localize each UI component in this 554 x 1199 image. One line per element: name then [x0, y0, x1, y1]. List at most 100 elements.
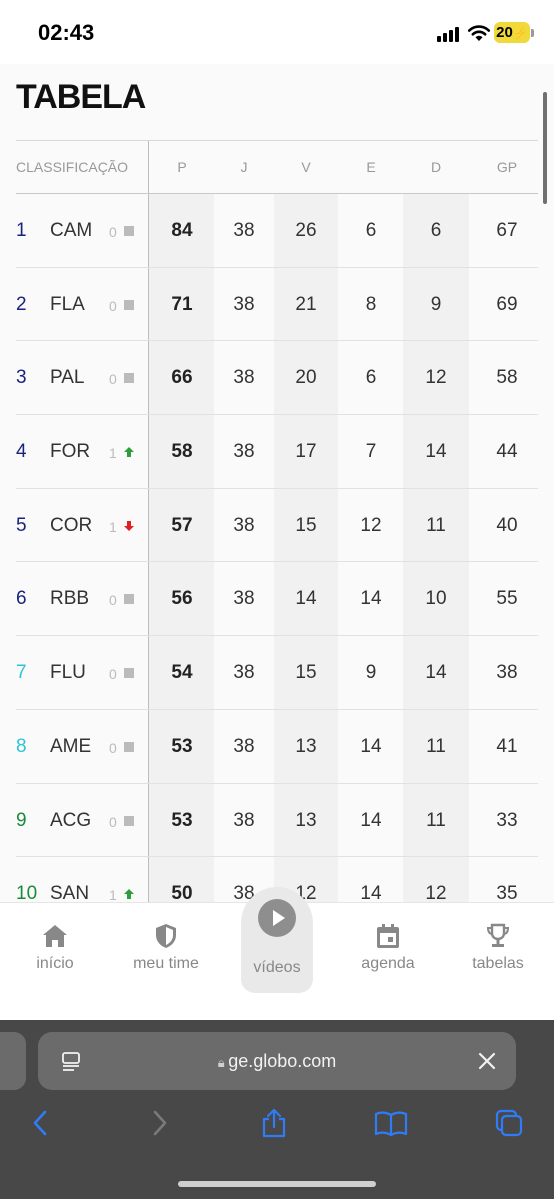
home-icon	[43, 925, 67, 947]
column-header-d[interactable]: D	[406, 159, 466, 175]
stat-p: 50	[171, 883, 193, 902]
stat-p: 66	[171, 367, 193, 389]
stat-v: 15	[295, 514, 317, 536]
status-bar: 02:43 20⚡	[0, 0, 554, 64]
column-header-j[interactable]: J	[214, 159, 274, 175]
row-variation: 0	[109, 739, 117, 756]
row-team[interactable]: FLU	[50, 662, 86, 684]
nav-label-videos: vídeos	[253, 959, 301, 976]
row-position: 10	[16, 883, 38, 902]
stat-j: 38	[233, 588, 255, 610]
no-change-icon	[124, 226, 134, 236]
nav-label-agenda: agenda	[361, 955, 415, 972]
column-header-p[interactable]: P	[152, 159, 212, 175]
stat-p: 58	[171, 441, 193, 463]
standings-page[interactable]: TABELA CLASSIFICAÇÃO P J V E D GP 1 CAM 0 8…	[0, 64, 554, 902]
scrollbar[interactable]	[543, 92, 547, 204]
lock-icon: 🔒︎	[217, 1055, 229, 1070]
stat-p: 71	[171, 293, 193, 315]
table-row[interactable]: 5 COR 1 57 38 15 12 11 40	[16, 489, 538, 563]
table-row[interactable]: 1 CAM 0 84 38 26 6 6 67	[16, 194, 538, 268]
column-header-v[interactable]: V	[276, 159, 336, 175]
row-team[interactable]: FOR	[50, 441, 90, 463]
table-row[interactable]: 2 FLA 0 71 38 21 8 9 69	[16, 268, 538, 342]
stat-p: 53	[171, 809, 193, 831]
stat-j: 38	[233, 220, 255, 241]
row-position: 2	[16, 293, 27, 315]
no-change-icon	[124, 741, 134, 752]
stat-j: 38	[233, 367, 255, 389]
nav-item-videos[interactable]: vídeos	[241, 887, 313, 993]
row-variation: 0	[109, 297, 117, 314]
stat-p: 57	[171, 514, 193, 536]
nav-item-tabelas[interactable]: tabelas	[443, 921, 553, 973]
cellular-signal-icon	[437, 26, 461, 42]
row-variation: 1	[109, 887, 117, 902]
bookmarks-icon[interactable]	[374, 1108, 408, 1138]
row-team[interactable]: FLA	[50, 294, 85, 316]
nav-item-inicio[interactable]: início	[0, 921, 110, 973]
nav-label-inicio: início	[36, 955, 74, 972]
stat-p: 54	[171, 662, 193, 684]
forward-icon[interactable]	[144, 1108, 174, 1138]
no-change-icon	[124, 373, 134, 384]
row-team[interactable]: RBB	[50, 588, 89, 610]
row-position: 1	[16, 220, 27, 241]
stat-j: 38	[233, 809, 255, 831]
row-team[interactable]: AME	[50, 736, 91, 758]
column-header-e[interactable]: E	[341, 159, 401, 175]
stat-d: 14	[425, 662, 447, 684]
row-variation: 0	[109, 666, 117, 683]
stat-e: 14	[360, 588, 382, 610]
stat-gp: 40	[496, 514, 518, 536]
stat-e: 14	[360, 809, 382, 831]
stat-j: 38	[233, 514, 255, 536]
no-change-icon	[124, 299, 134, 310]
row-position: 5	[16, 514, 27, 536]
stat-p: 84	[171, 220, 193, 241]
share-icon[interactable]	[259, 1108, 289, 1138]
stat-e: 8	[365, 293, 377, 315]
table-header: CLASSIFICAÇÃO P J V E D GP	[16, 140, 538, 194]
previous-tab-preview[interactable]	[0, 1032, 26, 1090]
row-position: 8	[16, 735, 27, 757]
url-domain: ge.globo.com	[228, 1051, 337, 1071]
stat-v: 26	[295, 220, 317, 241]
stat-d: 11	[426, 735, 446, 757]
nav-item-meu-time[interactable]: meu time	[111, 921, 221, 973]
nav-item-agenda[interactable]: agenda	[333, 921, 443, 973]
row-team[interactable]: CAM	[50, 220, 92, 242]
shield-icon	[156, 924, 176, 948]
row-team[interactable]: PAL	[50, 367, 85, 389]
close-icon[interactable]	[478, 1052, 496, 1070]
address-bar[interactable]: 🔒︎ ge.globo.com	[38, 1032, 516, 1090]
stat-e: 14	[360, 735, 382, 757]
stat-j: 38	[233, 441, 255, 463]
stat-e: 12	[360, 514, 382, 536]
stat-v: 13	[295, 735, 317, 757]
row-position: 4	[16, 441, 27, 463]
nav-label-meu-time: meu time	[133, 955, 199, 972]
row-team[interactable]: SAN	[50, 883, 89, 902]
row-team[interactable]: ACG	[50, 810, 91, 832]
classification-label: CLASSIFICAÇÃO	[16, 159, 129, 175]
back-icon[interactable]	[26, 1108, 56, 1138]
stat-d: 6	[430, 220, 442, 241]
stat-e: 9	[365, 662, 377, 684]
row-team[interactable]: COR	[50, 515, 92, 537]
tabs-icon[interactable]	[494, 1108, 524, 1138]
table-row[interactable]: 6 RBB 0 56 38 14 14 10 55	[16, 562, 538, 637]
row-variation: 0	[109, 592, 117, 609]
stat-j: 38	[233, 293, 255, 315]
calendar-icon	[377, 924, 399, 948]
table-row[interactable]: 8 AME 0 53 38 13 14 11 41	[16, 710, 538, 784]
table-row[interactable]: 4 FOR 1 58 38 17 7 14 44	[16, 415, 538, 489]
url-text: 🔒︎ ge.globo.com	[38, 1051, 516, 1072]
battery-level: 20	[496, 24, 513, 41]
table-row[interactable]: 3 PAL 0 66 38 20 6 12 58	[16, 341, 538, 416]
column-header-gp[interactable]: GP	[477, 159, 537, 175]
stat-gp: 35	[496, 883, 518, 902]
table-row[interactable]: 7 FLU 0 54 38 15 9 14 38	[16, 636, 538, 710]
table-row[interactable]: 9 ACG 0 53 38 13 14 11 33	[16, 784, 538, 858]
stat-gp: 67	[496, 220, 518, 241]
